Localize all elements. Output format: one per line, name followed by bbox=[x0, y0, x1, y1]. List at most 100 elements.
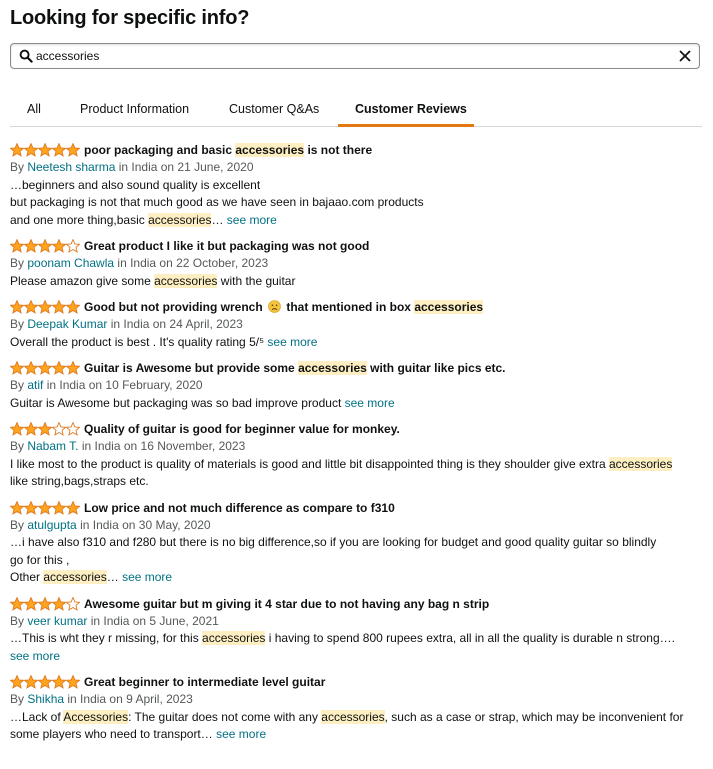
tab-customer-reviews[interactable]: Customer Reviews bbox=[355, 102, 467, 116]
star-rating bbox=[10, 500, 80, 515]
review-item: poor packaging and basic accessories is … bbox=[10, 141, 705, 229]
text-segment: Great beginner to intermediate level gui… bbox=[84, 675, 326, 689]
review-text-line: but packaging is not that much good as w… bbox=[10, 194, 705, 212]
star-filled-icon bbox=[24, 596, 38, 611]
star-filled-icon bbox=[38, 675, 52, 689]
review-author-link[interactable]: Deepak Kumar bbox=[27, 317, 107, 331]
review-item: Great product I like it but packaging wa… bbox=[10, 237, 705, 290]
star-filled-icon bbox=[24, 239, 38, 253]
review-text-line: go for this , bbox=[10, 552, 705, 570]
star-filled-icon bbox=[66, 361, 80, 375]
star-empty-icon bbox=[52, 422, 66, 436]
text-segment: Awesome guitar but m giving it 4 star du… bbox=[84, 596, 490, 611]
close-icon[interactable] bbox=[677, 48, 693, 64]
search-box[interactable] bbox=[10, 43, 700, 69]
star-filled-icon bbox=[10, 361, 24, 375]
review-location-date: in India on 9 April, 2023 bbox=[64, 692, 193, 706]
byline-prefix: By bbox=[10, 160, 28, 174]
tab-all[interactable]: All bbox=[27, 102, 41, 116]
review-location-date: in India on 21 June, 2020 bbox=[115, 160, 254, 174]
review-byline: By Neetesh sharma in India on 21 June, 2… bbox=[10, 159, 705, 177]
text-segment: Please amazon give some bbox=[10, 273, 155, 288]
search-input[interactable] bbox=[36, 47, 666, 65]
star-filled-icon bbox=[38, 422, 52, 436]
star-rating bbox=[10, 361, 80, 375]
tab-customer-qas[interactable]: Customer Q&As bbox=[229, 102, 319, 116]
review-headline-row: Great beginner to intermediate level gui… bbox=[10, 673, 705, 691]
text-segment: … bbox=[106, 570, 123, 584]
review-text-line: Overall the product is best . It's quali… bbox=[10, 334, 705, 352]
search-highlight: accessories bbox=[154, 273, 218, 288]
text-segment: like string,bags,straps etc. bbox=[10, 474, 149, 488]
search-highlight: accessories bbox=[148, 212, 212, 227]
byline-prefix: By bbox=[10, 439, 28, 453]
review-byline: By Nabam T. in India on 16 November, 202… bbox=[10, 438, 705, 456]
text-segment: Quality of guitar is good for beginner v… bbox=[84, 422, 400, 436]
review-headline[interactable]: Quality of guitar is good for beginner v… bbox=[84, 422, 400, 436]
text-segment: … bbox=[211, 212, 227, 227]
text-segment: and one more thing,basic bbox=[10, 212, 149, 227]
review-item: Quality of guitar is good for beginner v… bbox=[10, 420, 705, 491]
review-author-link[interactable]: Shikha bbox=[27, 692, 64, 706]
see-more-link[interactable]: see more bbox=[10, 649, 60, 663]
review-headline-row: Low price and not much difference as com… bbox=[10, 499, 705, 517]
see-more-link[interactable]: see more bbox=[345, 396, 395, 410]
star-rating bbox=[10, 675, 80, 689]
byline-prefix: By bbox=[10, 517, 28, 532]
review-author-link[interactable]: Neetesh sharma bbox=[27, 160, 115, 174]
review-author-link[interactable]: Nabam T. bbox=[27, 439, 78, 453]
review-headline[interactable]: poor packaging and basic accessories is … bbox=[84, 143, 372, 157]
review-text-line: Please amazon give some accessories with… bbox=[10, 273, 705, 291]
review-headline-row: poor packaging and basic accessories is … bbox=[10, 141, 705, 159]
star-filled-icon bbox=[10, 596, 24, 611]
star-filled-icon bbox=[52, 143, 66, 157]
see-more-link[interactable]: see more bbox=[267, 335, 317, 349]
text-segment: i having to spend 800 rupees extra, all … bbox=[265, 631, 675, 645]
review-headline[interactable]: Awesome guitar but m giving it 4 star du… bbox=[84, 597, 489, 611]
text-segment: …i have also f310 and f280 but there is … bbox=[10, 535, 657, 549]
search-highlight: accessories bbox=[609, 456, 673, 471]
star-filled-icon bbox=[10, 422, 24, 436]
text-segment: Overall the product is best . It's quali… bbox=[10, 334, 268, 349]
review-byline: By atif in India on 10 February, 2020 bbox=[10, 377, 705, 395]
search-highlight: Accessories bbox=[63, 709, 129, 724]
review-item: Good but not providing wrench that menti… bbox=[10, 298, 705, 351]
review-headline[interactable]: Guitar is Awesome but provide some acces… bbox=[84, 361, 506, 375]
text-segment: , such as a case or strap, which may be … bbox=[384, 709, 684, 724]
text-segment: …This is wht they r missing, for this bbox=[10, 631, 203, 645]
text-segment: I like most to the product is quality of… bbox=[10, 456, 609, 471]
review-author-link[interactable]: poonam Chawla bbox=[27, 256, 114, 270]
star-filled-icon bbox=[52, 500, 66, 515]
search-highlight: accessories bbox=[202, 631, 266, 645]
review-author-link[interactable]: veer kumar bbox=[27, 614, 87, 628]
star-filled-icon bbox=[24, 361, 38, 375]
review-author-link[interactable]: atif bbox=[27, 378, 43, 392]
star-filled-icon bbox=[24, 143, 38, 157]
star-filled-icon bbox=[10, 300, 24, 314]
review-headline-row: Good but not providing wrench that menti… bbox=[10, 298, 705, 316]
review-text-line: …i have also f310 and f280 but there is … bbox=[10, 534, 705, 552]
review-byline: By atulgupta in India on 30 May, 2020 bbox=[10, 517, 705, 535]
see-more-link[interactable]: see more bbox=[216, 727, 266, 741]
tab-product-information[interactable]: Product Information bbox=[80, 102, 189, 116]
text-segment: that mentioned in box bbox=[282, 300, 415, 314]
review-author-link[interactable]: atulgupta bbox=[27, 518, 76, 532]
star-filled-icon bbox=[66, 300, 80, 314]
star-filled-icon bbox=[66, 500, 80, 515]
review-headline[interactable]: Good but not providing wrench that menti… bbox=[84, 300, 484, 314]
star-rating bbox=[10, 239, 80, 253]
star-filled-icon bbox=[38, 300, 52, 314]
review-headline[interactable]: Great beginner to intermediate level gui… bbox=[84, 675, 325, 689]
disappointed-face-icon bbox=[268, 300, 281, 313]
star-filled-icon bbox=[38, 143, 52, 157]
text-segment: some players who need to transport… bbox=[10, 727, 217, 741]
review-location-date: in India on 24 April, 2023 bbox=[107, 317, 243, 331]
review-headline[interactable]: Low price and not much difference as com… bbox=[84, 501, 395, 515]
see-more-link[interactable]: see more bbox=[122, 570, 172, 584]
star-filled-icon bbox=[10, 675, 24, 689]
review-location-date: in India on 16 November, 2023 bbox=[78, 439, 246, 453]
search-icon bbox=[19, 49, 33, 63]
see-more-link[interactable]: see more bbox=[227, 213, 277, 227]
review-headline[interactable]: Great product I like it but packaging wa… bbox=[84, 239, 369, 253]
review-location-date: in India on 22 October, 2023 bbox=[114, 256, 269, 270]
